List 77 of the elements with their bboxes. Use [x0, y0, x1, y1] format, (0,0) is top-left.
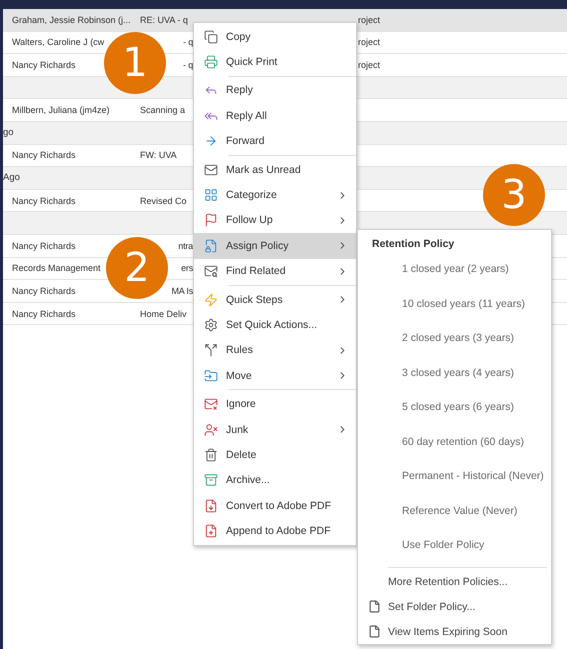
menu-item[interactable]: Delete	[194, 442, 356, 468]
junk-icon	[204, 422, 218, 437]
subject-cell-text: roject	[357, 37, 382, 48]
page-icon	[368, 625, 381, 638]
submenu-action[interactable]: View Items Expiring Soon	[358, 619, 551, 644]
subject-cell-text: roject	[357, 60, 382, 70]
policy-item[interactable]: 5 closed years (6 years)	[358, 390, 551, 424]
menu-item[interactable]: Categorize	[194, 182, 356, 208]
group-label: Ago	[3, 172, 21, 184]
subject-cell-text: ers	[180, 263, 193, 274]
subject-cell-text: roject	[357, 14, 382, 25]
menu-item[interactable]: Reply All	[194, 103, 356, 129]
sender-cell-text: Millbern, Juliana (jm4ze)	[12, 105, 111, 116]
subject-cell-text: - q	[182, 60, 193, 70]
policy-item[interactable]: 1 closed year (2 years)	[358, 252, 551, 286]
policy-item[interactable]: 2 closed years (3 years)	[358, 321, 551, 356]
rules-icon	[204, 343, 218, 358]
envelope-icon	[204, 162, 218, 177]
subject-cell-text: Scanning a	[140, 105, 186, 116]
menu-item[interactable]: Find Related	[194, 258, 356, 284]
menu-item[interactable]: Move	[194, 363, 356, 388]
menu-item[interactable]: Forward	[194, 128, 356, 154]
subject-cell-text: MA Is	[170, 286, 193, 296]
menu-item[interactable]: Junk	[194, 416, 356, 442]
copy-icon	[204, 30, 218, 44]
pdf-icon	[204, 524, 218, 538]
menu-item[interactable]: Quick Steps	[194, 286, 356, 312]
sender-cell-text: Nancy Richards	[12, 308, 77, 319]
trash-icon	[204, 448, 218, 462]
printer-icon	[204, 55, 218, 70]
menu-item[interactable]: Reply	[194, 78, 356, 104]
submenu-title: Retention Policy	[371, 237, 456, 252]
subject-cell-text: - q	[182, 37, 193, 48]
menu-item[interactable]: Rules	[194, 338, 356, 364]
gear-icon	[204, 318, 218, 332]
policy-item[interactable]: Use Folder Policy	[358, 528, 551, 562]
policy-item[interactable]: 60 day retention (60 days)	[358, 424, 551, 459]
archive-icon	[204, 473, 218, 488]
menu-item[interactable]: Archive...	[194, 468, 356, 494]
policy-item[interactable]: Reference Value (Never)	[358, 494, 551, 528]
policy-item[interactable]: Permanent - Historical (Never)	[358, 459, 551, 494]
menu-item[interactable]: Mark as Unread	[194, 156, 356, 182]
menu-item[interactable]: Ignore	[194, 391, 356, 417]
subject-cell-text: Home Deliv	[140, 308, 188, 319]
submenu-action[interactable]: More Retention Policies...	[358, 569, 551, 594]
menu-item[interactable]: Set Quick Actions...	[194, 312, 356, 338]
ignore-icon	[204, 397, 218, 412]
sender-cell-text: Walters, Caroline J (cw	[12, 37, 106, 48]
sender-cell-text: Graham, Jessie Robinson (j...	[12, 14, 132, 25]
page-icon	[368, 600, 381, 614]
pdf-icon	[204, 498, 218, 513]
grid-icon	[204, 188, 218, 202]
flag-icon	[204, 213, 218, 228]
menu-item[interactable]: Quick Print	[194, 49, 356, 75]
policy-item[interactable]: 3 closed years (4 years)	[358, 356, 551, 390]
menu-item[interactable]: Append to Adobe PDF	[194, 518, 356, 544]
group-label: go	[3, 127, 15, 138]
subject-cell-text: ntra	[177, 240, 193, 251]
sender-cell-text: Nancy Richards	[12, 150, 77, 160]
subject-cell-text: Revised Co	[140, 196, 188, 206]
menu-item[interactable]: Follow Up	[194, 208, 356, 234]
subject-cell-text: RE: UVA - q	[140, 14, 189, 25]
sender-cell-text: Records Management	[12, 263, 102, 274]
menu-item[interactable]: Convert to Adobe PDF	[194, 493, 356, 518]
menu-item[interactable]: Assign Policy	[194, 233, 356, 259]
policy-icon	[204, 238, 218, 253]
sender-cell-text: Nancy Richards	[12, 196, 77, 206]
envelope-icon	[204, 264, 218, 278]
move-icon	[204, 368, 218, 383]
sender-cell-text: Nancy Richards	[12, 60, 77, 70]
lightning-icon	[204, 292, 218, 307]
sender-cell-text: Nancy Richards	[12, 240, 77, 251]
arrow-icon	[204, 134, 218, 148]
subject-cell-text: FW: UVA	[140, 150, 178, 160]
policy-item[interactable]: 10 closed years (11 years)	[358, 286, 551, 321]
sender-cell-text: Nancy Richards	[12, 286, 77, 296]
submenu-action[interactable]: Set Folder Policy...	[358, 594, 551, 620]
